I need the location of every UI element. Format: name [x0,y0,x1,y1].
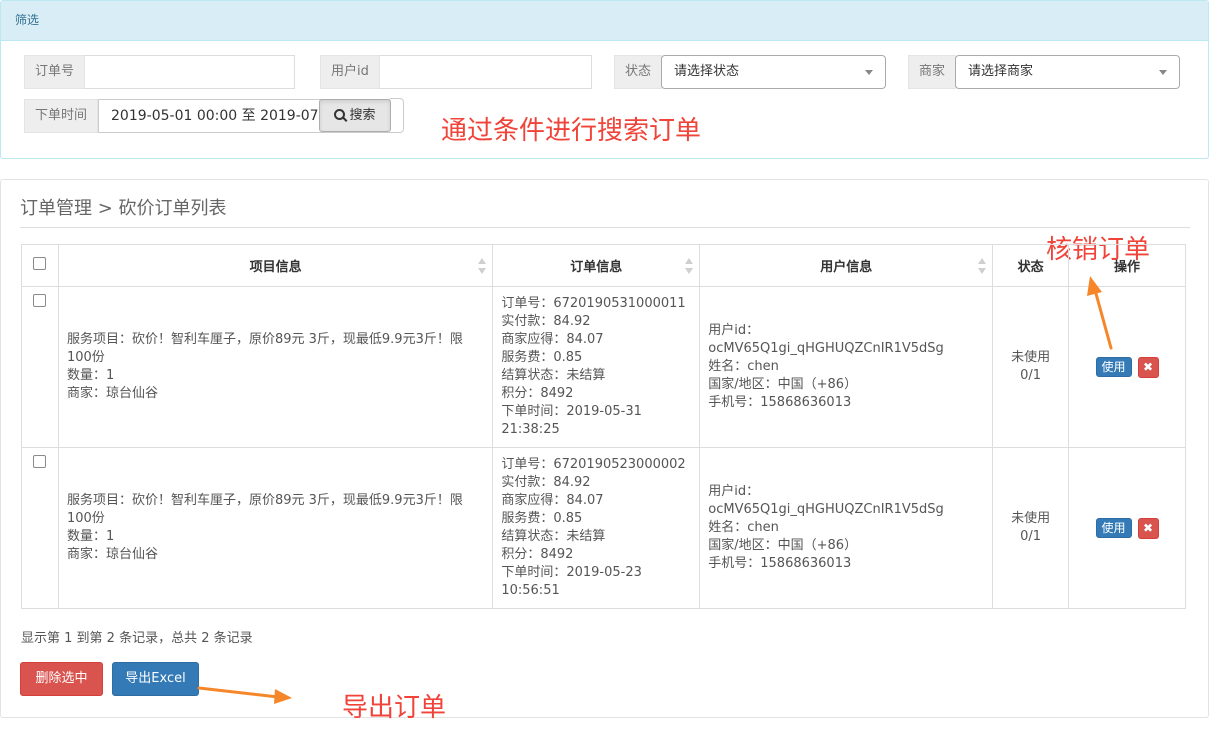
annotation-arrows [197,276,1113,704]
arrow-to-export [197,686,292,704]
arrow-to-use-button [1087,276,1113,350]
